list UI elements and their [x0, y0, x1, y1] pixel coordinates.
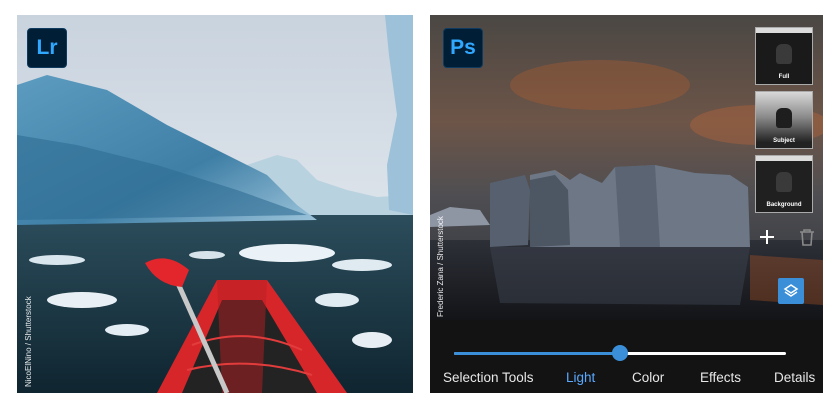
layer-label: Background: [766, 202, 802, 208]
photo-credit: Frederic Zana / Shutterstock: [436, 216, 445, 317]
tab-effects[interactable]: Effects: [700, 370, 741, 385]
adjustment-slider[interactable]: [454, 345, 786, 361]
photoshop-editor-panel: Ps Frederic Zana / Shutterstock Full Sub…: [430, 15, 823, 393]
layer-thumb-bar: [756, 156, 812, 161]
layers-icon: [783, 284, 799, 297]
slider-handle[interactable]: [612, 345, 628, 361]
layer-label: Full: [778, 74, 790, 80]
layer-preview-icon: [776, 44, 792, 64]
adjustment-toolbar: Selection Tools Light Color Effects Deta…: [430, 320, 823, 393]
layer-preview-icon: [776, 108, 792, 128]
trash-icon[interactable]: [797, 227, 817, 247]
lightroom-logo: Lr: [27, 28, 67, 68]
slider-fill: [454, 352, 620, 355]
layer-actions: [757, 227, 817, 247]
layers-stack: Full Subject Background: [755, 27, 815, 219]
tab-light[interactable]: Light: [566, 370, 595, 385]
layer-preview-icon: [776, 172, 792, 192]
tab-bar: Selection Tools Light Color Effects Deta…: [430, 367, 823, 393]
lightroom-photo-panel: Lr NicoElNino / Shutterstock: [17, 15, 413, 393]
layer-subject[interactable]: Subject: [755, 91, 813, 149]
tab-color[interactable]: Color: [632, 370, 664, 385]
plus-icon[interactable]: [757, 227, 777, 247]
layer-background[interactable]: Background: [755, 155, 813, 213]
kayak-iceberg-photo: [17, 15, 413, 393]
tab-details[interactable]: Details: [774, 370, 815, 385]
layer-thumb-bar: [756, 28, 812, 33]
layers-button[interactable]: [778, 278, 804, 304]
tab-selection-tools[interactable]: Selection Tools: [443, 370, 534, 385]
layer-label: Subject: [773, 138, 795, 144]
photo-credit: NicoElNino / Shutterstock: [24, 296, 33, 387]
photoshop-logo: Ps: [443, 28, 483, 68]
layer-full[interactable]: Full: [755, 27, 813, 85]
